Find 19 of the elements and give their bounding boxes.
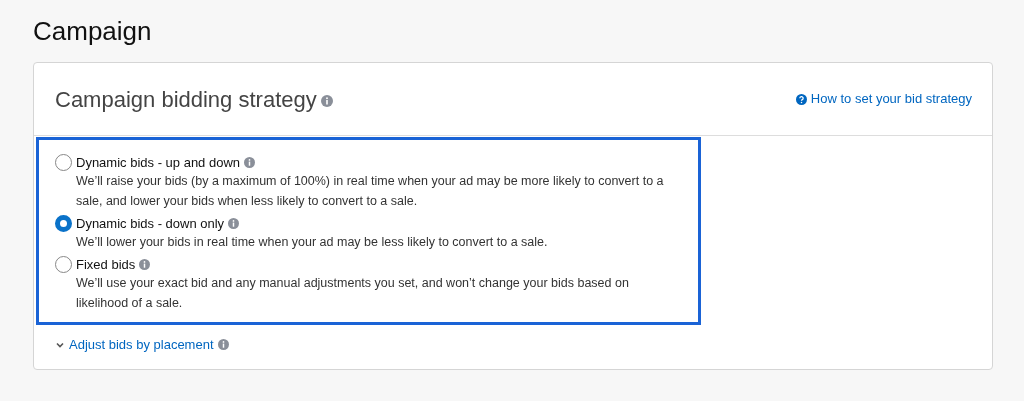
radio-button[interactable]: [55, 215, 72, 232]
info-icon: [244, 157, 256, 168]
help-link[interactable]: How to set your bid strategy: [810, 89, 972, 109]
page-title: Campaign: [33, 15, 153, 48]
radio-button[interactable]: [55, 154, 72, 171]
expander-link[interactable]: Adjust bids by placement: [69, 335, 214, 355]
option-description: We’ll raise your bids (by a maximum of 100%) in real time when your ad may be more likely to convert to a sale, and lower your bids when less likely to convert to a sale.: [76, 173, 665, 210]
help-icon: [795, 93, 807, 105]
info-icon: [217, 339, 229, 351]
info-icon: [228, 218, 240, 229]
radio-button[interactable]: [55, 256, 72, 273]
info-icon: [139, 259, 151, 270]
option-description: We’ll use your exact bid and any manual adjustments you set, and won’t change your bids based on likelihood of a sale.: [76, 275, 630, 312]
option-description: We’ll lower your bids in real time when your ad may be less likely to convert to a sale.: [76, 234, 549, 251]
info-icon: [320, 95, 333, 107]
option-label: Fixed bids: [76, 256, 136, 273]
card-title: Campaign bidding strategy: [55, 85, 317, 114]
option-label: Dynamic bids - down only: [76, 215, 225, 232]
option-label: Dynamic bids - up and down: [76, 154, 241, 171]
